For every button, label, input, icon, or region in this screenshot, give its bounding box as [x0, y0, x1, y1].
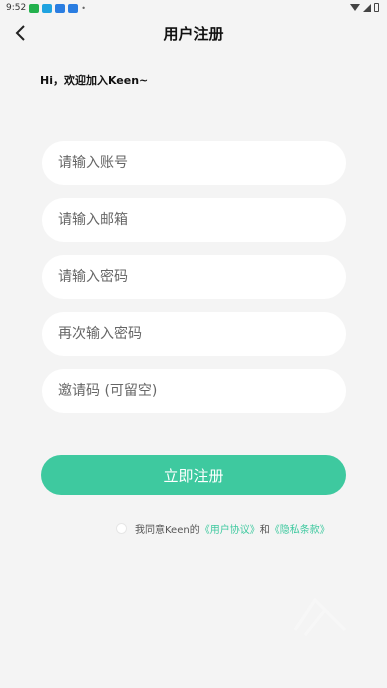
app-blue-icon	[55, 3, 66, 13]
email-input[interactable]	[42, 198, 346, 242]
password-input[interactable]	[42, 255, 346, 299]
user-agreement-link[interactable]: 《用户协议》	[200, 521, 260, 536]
agree-checkbox[interactable]	[116, 523, 127, 534]
privacy-policy-link[interactable]: 《隐私条款》	[270, 521, 330, 536]
register-screen: 9:52 • 用户注册 Hi，欢迎加入Keen~ 立即注册 我同意Keen的 《…	[0, 0, 387, 688]
register-button[interactable]: 立即注册	[41, 455, 346, 495]
app-header: 用户注册	[0, 16, 387, 50]
app-green-icon	[29, 3, 40, 13]
battery-icon	[374, 3, 379, 12]
agreement-row: 我同意Keen的 《用户协议》 和 《隐私条款》	[116, 521, 330, 536]
wifi-icon	[350, 4, 360, 11]
status-time: 9:52	[6, 3, 27, 13]
chevron-left-icon	[15, 25, 25, 41]
app-blue-icon	[42, 3, 53, 13]
greeting-text: Hi，欢迎加入Keen~	[40, 74, 149, 87]
agreement-prefix: 我同意Keen的	[135, 525, 200, 536]
signal-icon	[363, 3, 371, 12]
account-input[interactable]	[42, 141, 346, 185]
back-button[interactable]	[8, 20, 34, 46]
agreement-conjunction: 和	[259, 525, 270, 536]
app-blue-icon	[68, 3, 79, 13]
watermark-logo	[293, 597, 347, 636]
status-bar: 9:52 •	[0, 0, 387, 16]
confirm-password-input[interactable]	[42, 312, 346, 356]
status-dot: •	[81, 3, 86, 13]
invite-code-input[interactable]	[42, 369, 346, 413]
page-title: 用户注册	[163, 24, 224, 43]
